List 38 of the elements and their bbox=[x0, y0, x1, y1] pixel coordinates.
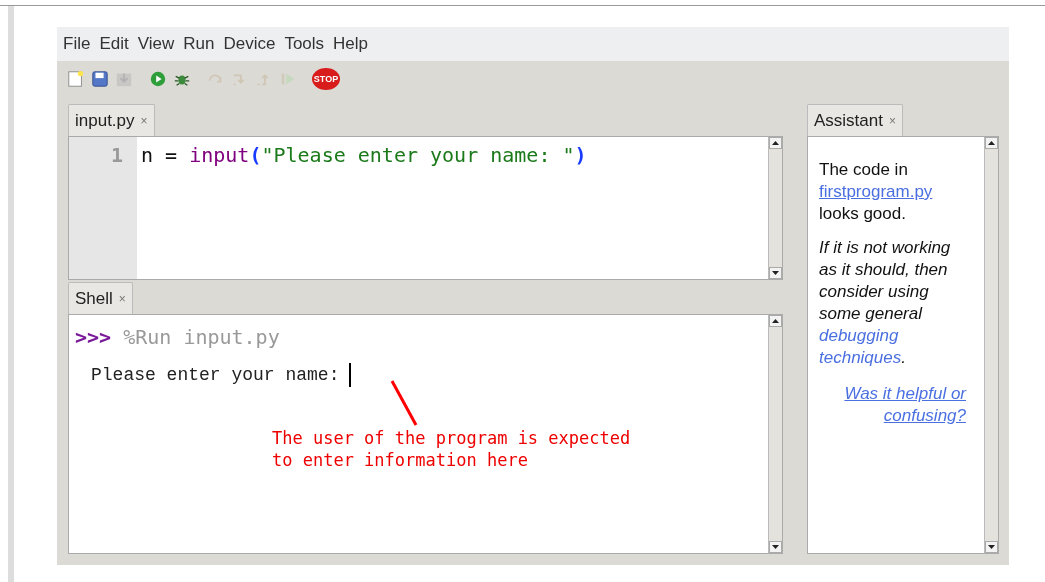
assistant-message: The code in firstprogram.py looks good. bbox=[819, 159, 934, 225]
scrollbar[interactable] bbox=[984, 137, 998, 553]
new-file-icon bbox=[67, 70, 85, 88]
annotation-line bbox=[389, 379, 419, 427]
scroll-up-button[interactable] bbox=[769, 137, 782, 149]
scroll-down-button[interactable] bbox=[985, 541, 998, 553]
menu-item[interactable]: Device bbox=[223, 34, 276, 54]
line-number: 1 bbox=[110, 143, 123, 167]
menu-item[interactable]: View bbox=[137, 34, 175, 54]
scroll-up-button[interactable] bbox=[985, 137, 998, 149]
scrollbar[interactable] bbox=[768, 315, 782, 553]
file-link[interactable]: firstprogram.py bbox=[819, 182, 933, 201]
save-button[interactable] bbox=[89, 68, 111, 90]
scroll-down-button[interactable] bbox=[769, 541, 782, 553]
menu-item[interactable]: Tools bbox=[284, 34, 325, 54]
feedback-link[interactable]: Was it helpful or confusing? bbox=[819, 383, 966, 427]
close-icon[interactable]: × bbox=[889, 113, 896, 128]
menu-item[interactable]: Run bbox=[183, 34, 215, 54]
menu-item[interactable]: File bbox=[63, 34, 91, 54]
shell-command: >>> %Run input.py bbox=[75, 325, 281, 349]
assistant-advice: If it is not working as it should, then consider using some general debugging techniques. bbox=[819, 237, 952, 369]
stop-button[interactable]: STOP bbox=[311, 68, 341, 90]
annotation-text: The user of the program is expected to enter information here bbox=[272, 427, 631, 471]
menu-item[interactable]: Edit bbox=[99, 34, 129, 54]
code-line: n = input("Please enter your name: ") bbox=[141, 143, 588, 167]
scrollbar[interactable] bbox=[768, 137, 782, 279]
editor-tab[interactable]: input.py × bbox=[68, 104, 155, 136]
assistant-tab[interactable]: Assistant × bbox=[807, 104, 903, 136]
program-output: Please enter your name: bbox=[91, 365, 340, 385]
text-cursor bbox=[349, 363, 352, 387]
scroll-down-button[interactable] bbox=[769, 267, 782, 279]
code-editor[interactable]: 1 n = input("Please enter your name: ") bbox=[68, 136, 783, 280]
menu-item[interactable]: Help bbox=[333, 34, 369, 54]
close-icon[interactable]: × bbox=[140, 113, 148, 128]
play-icon bbox=[149, 70, 167, 88]
shell-tab[interactable]: Shell × bbox=[68, 282, 133, 314]
close-icon[interactable]: × bbox=[118, 291, 126, 306]
scroll-up-button[interactable] bbox=[769, 315, 782, 327]
